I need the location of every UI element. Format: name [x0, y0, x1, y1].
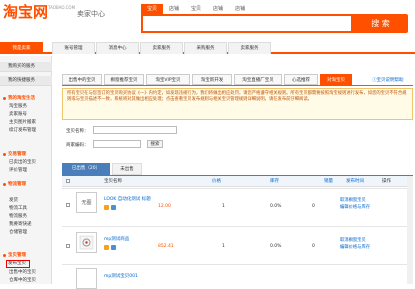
sidebar-head-services[interactable]: 我购买的服务	[0, 62, 52, 72]
form-search-button[interactable]: 搜索	[147, 140, 163, 148]
copy-icon[interactable]	[111, 205, 116, 210]
top-nav: 我是卖家 账号管理 消息中心 卖家服务 采购服务 卖家服务	[0, 42, 415, 54]
product-price: 12.00	[158, 204, 171, 209]
product-sales: 0.0%	[270, 204, 282, 209]
search-tab-shop[interactable]: 店铺	[163, 4, 185, 14]
select-all-checkbox[interactable]	[66, 179, 70, 183]
search-input[interactable]	[141, 14, 353, 33]
name-label: 宝贝名称：	[66, 129, 89, 134]
sidebar-item-express[interactable]: 我要寄快递	[0, 221, 52, 229]
notice-box: 所有宝贝在与您签订的宝贝购买协议《一》内约定，如发现违规行为，我们将做出相应处罚…	[62, 88, 413, 120]
sidebar-item-logistics-service[interactable]: 物流服务	[0, 213, 52, 221]
product-thumbnail[interactable]	[76, 268, 97, 289]
edit-icon[interactable]	[104, 245, 109, 250]
logo-text: 淘宝网	[3, 4, 49, 21]
op-cancel-window[interactable]: 取消橱窗宝贝	[340, 238, 366, 244]
row-divider	[62, 188, 413, 189]
product-title[interactable]: mp测试商品	[104, 236, 129, 242]
product-stock: 1	[222, 204, 225, 209]
sidebar-head-shortcuts[interactable]: 我的快捷服务	[0, 76, 52, 86]
help-link-text: 宝贝说明帮助	[376, 78, 404, 83]
th-price[interactable]: 价格	[212, 176, 221, 187]
op-cancel-window[interactable]: 取消橱窗宝贝	[340, 198, 366, 204]
code-label: 商家编码：	[66, 143, 89, 148]
search-tab-goods[interactable]: 宝贝	[141, 4, 164, 14]
sidebar: 我购买的服务 我的快捷服务 我的淘宝生活 淘宝服务 卖家账号 主页图片搬家 续订…	[0, 56, 52, 284]
sidebar-item-image-move[interactable]: 主页图片搬家	[0, 119, 52, 127]
product-thumbnail[interactable]: 无图	[76, 192, 97, 213]
copy-icon[interactable]	[111, 245, 116, 250]
sidebar-cat-goods[interactable]: 宝贝管理	[0, 251, 52, 260]
th-name: 宝贝名称	[104, 179, 122, 184]
name-input[interactable]	[93, 126, 177, 134]
product-title[interactable]: LOOK 自动化测试 标题	[104, 196, 151, 202]
tab-on-sale[interactable]: 出售中的宝贝	[62, 74, 102, 85]
tab-recommend[interactable]: 心选推荐	[284, 74, 318, 85]
search-button[interactable]: 搜 索	[353, 14, 408, 33]
product-sales: 0.0%	[270, 244, 282, 249]
sidebar-cat-life[interactable]: 我的淘宝生活	[0, 94, 52, 103]
row-divider	[62, 226, 413, 227]
row-divider	[62, 264, 413, 265]
sidebar-item-publish[interactable]: 发布宝贝	[6, 260, 30, 268]
logo-subtitle: 卖家中心	[77, 10, 106, 18]
sidebar-item-reviews[interactable]: 评价管理	[0, 167, 52, 175]
op-edit-price[interactable]: 编辑价格与库存	[340, 245, 370, 251]
row-checkbox[interactable]	[66, 203, 70, 207]
subtab-sold[interactable]: 已出售（20）	[62, 163, 110, 175]
sidebar-item-sold[interactable]: 已卖出的宝贝	[0, 159, 52, 167]
sidebar-item-renew[interactable]: 续订发布管理	[0, 127, 52, 135]
tab-vip[interactable]: 淘宝VIP宝贝	[146, 74, 190, 85]
search-tab-shop-3[interactable]: 店铺	[229, 4, 251, 14]
search-tab-goods-2[interactable]: 宝贝	[185, 4, 207, 14]
sidebar-item-logistics-tools[interactable]: 物流工具	[0, 205, 52, 213]
sidebar-item-taobao-service[interactable]: 淘宝服务	[0, 103, 52, 111]
sidebar-item-on-sale[interactable]: 出售中的宝贝	[0, 269, 52, 277]
sidebar-item-ship[interactable]: 发货	[0, 197, 52, 205]
topnav-service-2[interactable]: 卖家服务	[228, 42, 271, 54]
search-type-tabs: 宝贝 店铺 宝贝 店铺 店铺	[141, 4, 251, 14]
product-time: 0	[312, 244, 315, 249]
topnav-seller[interactable]: 我是卖家	[0, 42, 43, 54]
tab-window[interactable]: 橱窗推荐宝贝	[104, 74, 144, 85]
tab-underline	[62, 85, 413, 86]
product-price: 852.41	[158, 244, 174, 249]
th-time[interactable]: 发布时间	[346, 176, 364, 187]
product-thumbnail[interactable]	[76, 232, 97, 253]
row-checkbox[interactable]	[66, 244, 70, 248]
scrollbar[interactable]	[407, 176, 413, 284]
tab-new[interactable]: 淘宝新开发	[192, 74, 232, 85]
subtab-unsold[interactable]: 未出售	[112, 163, 142, 175]
table-header: 宝贝名称 价格 库存 销量 发布时间 操作	[62, 176, 413, 187]
search-tab-shop-2[interactable]: 店铺	[207, 4, 229, 14]
th-sales[interactable]: 销量	[324, 176, 333, 187]
product-title[interactable]: mp测试宝贝001	[104, 273, 138, 279]
sidebar-item-seller-account[interactable]: 卖家账号	[0, 111, 52, 119]
th-ops: 操作	[382, 179, 391, 184]
tab-active[interactable]: 对淘宝贝	[320, 74, 352, 85]
edit-icon[interactable]	[104, 205, 109, 210]
code-input[interactable]	[93, 140, 141, 148]
product-time: 0	[312, 204, 315, 209]
tab-live[interactable]: 淘宝直播厂宝贝	[234, 74, 282, 85]
topnav-purchase[interactable]: 采购服务	[184, 42, 227, 54]
product-stock: 1	[222, 244, 225, 249]
topnav-service[interactable]: 卖家服务	[140, 42, 183, 54]
taobao-logo[interactable]: 淘宝网 TAOBAO.COM 卖家中心	[3, 2, 105, 22]
product-image-icon	[79, 235, 94, 250]
logo-domain: TAOBAO.COM	[48, 5, 76, 10]
topnav-messages[interactable]: 消息中心	[96, 42, 139, 54]
sidebar-cat-trade[interactable]: 交易管理	[0, 150, 52, 159]
op-edit-price[interactable]: 编辑价格与库存	[340, 205, 370, 211]
sidebar-cat-logistics[interactable]: 物流管理	[0, 180, 52, 189]
sidebar-item-warehouse[interactable]: 仓储管理	[0, 229, 52, 237]
topnav-account[interactable]: 账号管理	[52, 42, 95, 54]
help-link[interactable]: ⓘ宝贝说明帮助	[372, 77, 404, 83]
th-stock[interactable]: 库存	[270, 176, 279, 187]
